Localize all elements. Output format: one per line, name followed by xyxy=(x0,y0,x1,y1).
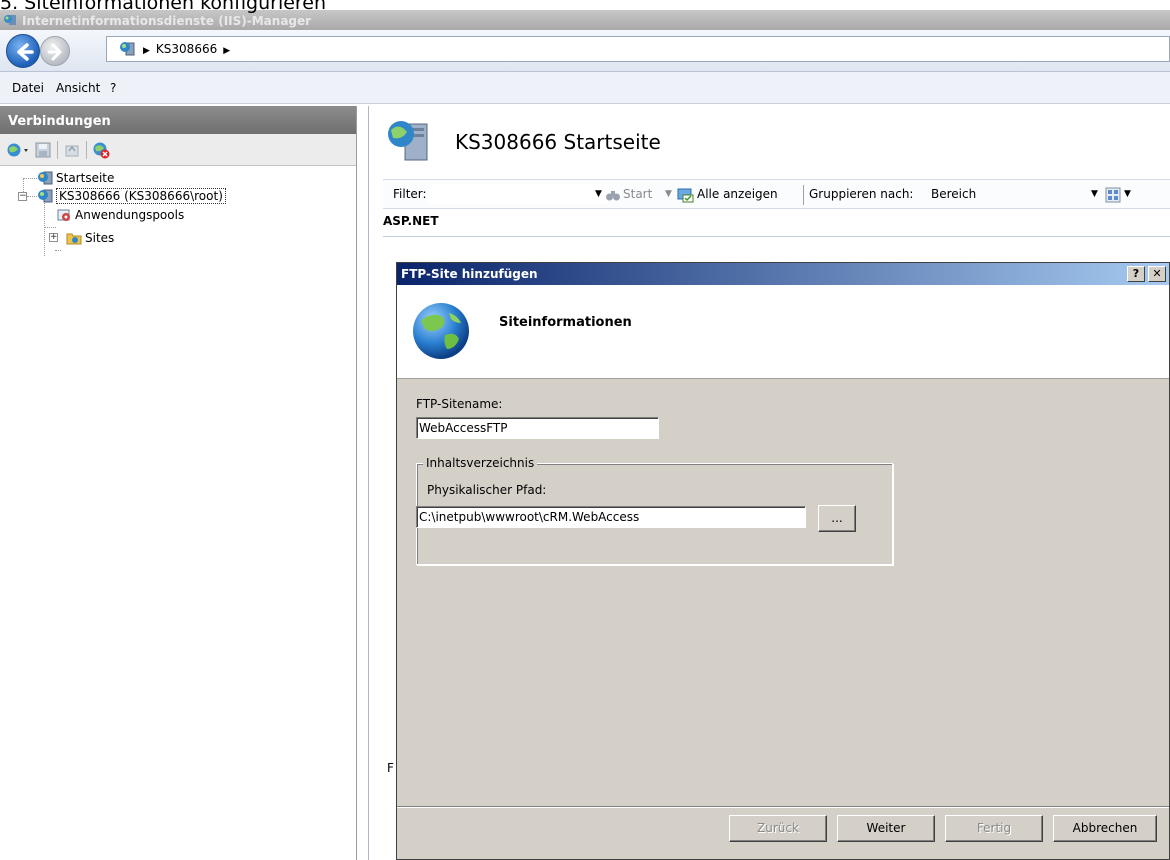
view-icon[interactable] xyxy=(1105,187,1121,203)
menu-bar: Datei Ansicht ? xyxy=(0,72,1170,104)
forward-arrow-icon xyxy=(47,43,62,61)
toolbar-separator xyxy=(57,141,58,159)
view-dropdown-icon[interactable]: ▼ xyxy=(1124,189,1131,199)
tree-item-label: Sites xyxy=(85,231,115,245)
site-name-input[interactable]: WebAccessFTP xyxy=(416,417,659,439)
tree-item-label: Startseite xyxy=(56,171,115,185)
help-button[interactable]: ? xyxy=(1127,266,1145,282)
tree-line xyxy=(55,250,61,251)
page-title: KS308666 Startseite xyxy=(455,130,661,154)
filter-separator xyxy=(803,185,804,205)
expand-sites-icon[interactable]: + xyxy=(49,233,58,242)
save-icon[interactable] xyxy=(35,142,51,158)
filter-label: Filter: xyxy=(393,187,427,201)
back-wizard-button[interactable]: Zurück xyxy=(729,815,827,842)
binoculars-icon[interactable] xyxy=(605,187,621,203)
app-pool-icon xyxy=(57,209,70,221)
step-caption: 5. Siteinformationen konfigurieren xyxy=(0,0,327,14)
section-divider xyxy=(383,236,1170,237)
dialog-heading: Siteinformationen xyxy=(499,315,632,330)
address-box[interactable]: ▶ KS308666 ▶ xyxy=(106,36,1170,62)
iis-app-icon xyxy=(4,15,16,25)
breadcrumb-arrow-icon[interactable]: ▶ xyxy=(223,39,230,63)
globe-icon xyxy=(413,303,469,359)
connections-panel: Verbindungen Startseite − KS308666 (KS30… xyxy=(0,106,357,860)
home-server-icon xyxy=(38,171,53,185)
add-ftp-site-dialog: FTP-Site hinzufügen ? ✕ Siteinformatione… xyxy=(396,262,1170,860)
connections-header: Verbindungen xyxy=(0,106,356,134)
collapse-server-icon[interactable]: − xyxy=(18,192,27,201)
group-by-label: Gruppieren nach: xyxy=(809,187,914,201)
start-dropdown-icon[interactable]: ▼ xyxy=(665,189,672,199)
back-button[interactable] xyxy=(6,34,40,68)
forward-button[interactable] xyxy=(40,36,70,66)
filter-input[interactable] xyxy=(429,184,609,204)
address-bar: ▶ KS308666 ▶ xyxy=(0,30,1170,72)
dialog-title: FTP-Site hinzufügen xyxy=(401,267,538,281)
toolbar-separator xyxy=(86,141,87,159)
tree-item-startseite[interactable]: Startseite xyxy=(37,169,114,187)
tree-item-sites[interactable]: Sites xyxy=(66,229,114,247)
window-title: Internetinformationsdienste (IIS)-Manage… xyxy=(22,14,312,28)
tree-item-label: KS308666 (KS308666\root) xyxy=(56,188,226,204)
tree-item-label: Anwendungspools xyxy=(75,208,185,222)
sites-folder-icon xyxy=(66,233,82,245)
tree-line xyxy=(44,227,56,228)
content-directory-legend: Inhaltsverzeichnis xyxy=(423,456,538,470)
menu-ansicht[interactable]: Ansicht xyxy=(56,81,100,95)
start-button[interactable]: Start xyxy=(623,187,652,201)
breadcrumb-arrow-icon[interactable]: ▶ xyxy=(143,39,150,63)
close-button[interactable]: ✕ xyxy=(1148,266,1166,282)
dialog-footer-divider xyxy=(397,806,1169,808)
group-by-dropdown-icon[interactable]: ▼ xyxy=(1091,189,1098,199)
physical-path-input[interactable]: C:\inetpub\wwwroot\cRM.WebAccess xyxy=(416,506,806,528)
dialog-banner: Siteinformationen xyxy=(397,285,1169,379)
connections-toolbar xyxy=(0,134,356,166)
tree-line xyxy=(44,203,45,256)
tree-line xyxy=(23,178,37,179)
site-name-label: FTP-Sitename: xyxy=(416,397,503,411)
group-by-select[interactable]: Bereich xyxy=(931,187,976,201)
show-all-icon xyxy=(677,188,694,203)
filter-bar: Filter: ▼ Start ▼ Alle anzeigen Gruppier… xyxy=(383,179,1170,209)
breadcrumb-server[interactable]: KS308666 xyxy=(156,42,217,56)
dialog-titlebar: FTP-Site hinzufügen xyxy=(397,263,1169,285)
disconnect-icon[interactable] xyxy=(92,141,110,159)
filter-dropdown-icon[interactable]: ▼ xyxy=(595,189,602,199)
tree-item-server[interactable]: KS308666 (KS308666\root) xyxy=(37,187,226,205)
server-icon xyxy=(120,42,135,56)
menu-datei[interactable]: Datei xyxy=(12,81,44,95)
browse-button[interactable]: ... xyxy=(818,505,856,532)
back-arrow-icon xyxy=(17,43,34,61)
next-button[interactable]: Weiter xyxy=(837,815,935,842)
finish-button[interactable]: Fertig xyxy=(945,815,1043,842)
navigate-up-icon[interactable] xyxy=(64,142,80,158)
server-large-icon xyxy=(388,121,428,161)
feature-label-fragment: F xyxy=(387,761,394,775)
cancel-button[interactable]: Abbrechen xyxy=(1053,815,1157,842)
show-all-button[interactable]: Alle anzeigen xyxy=(697,187,778,201)
tree-item-anwendungspools[interactable]: Anwendungspools xyxy=(56,206,184,224)
tree-line xyxy=(27,196,37,197)
physical-path-label: Physikalischer Pfad: xyxy=(427,483,547,497)
server-icon xyxy=(38,189,53,203)
menu-help[interactable]: ? xyxy=(110,81,116,95)
connect-globe-icon[interactable] xyxy=(6,142,30,158)
section-aspnet: ASP.NET xyxy=(383,214,439,228)
